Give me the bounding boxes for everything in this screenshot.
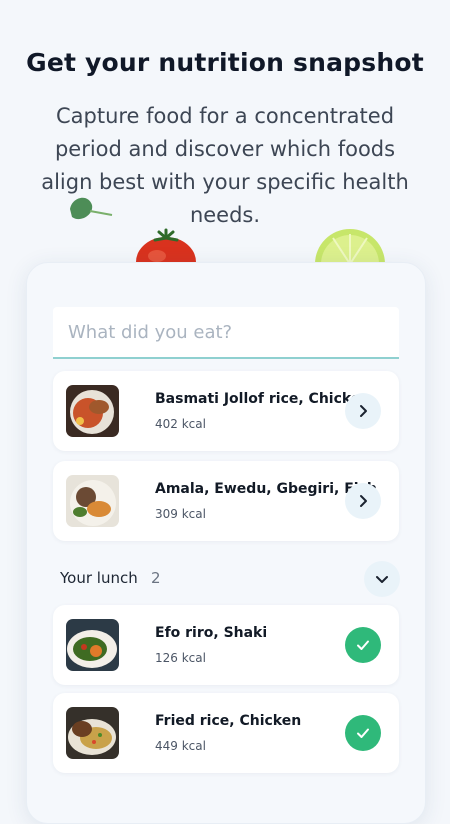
food-item-name: Amala, Ewedu, Gbegiri, Fish	[155, 481, 377, 497]
food-item-kcal: 126 kcal	[155, 651, 206, 665]
chevron-down-icon	[376, 576, 388, 583]
food-log-card: Basmati Jollof rice, Chicken 402 kcal Am…	[26, 262, 426, 824]
lunch-item-fried-rice[interactable]: Fried rice, Chicken 449 kcal	[53, 693, 399, 773]
food-item-kcal: 402 kcal	[155, 417, 206, 431]
food-photo	[66, 619, 119, 671]
food-item-amala[interactable]: Amala, Ewedu, Gbegiri, Fish 309 kcal	[53, 461, 399, 541]
lime-image	[315, 229, 385, 265]
spinach-leaf-image	[70, 197, 113, 220]
open-item-button[interactable]	[345, 483, 381, 519]
lunch-item-efo-riro[interactable]: Efo riro, Shaki 126 kcal	[53, 605, 399, 685]
collapse-toggle-button[interactable]	[364, 561, 400, 597]
food-item-name: Efo riro, Shaki	[155, 625, 268, 641]
open-item-button[interactable]	[345, 393, 381, 429]
food-item-name: Basmati Jollof rice, Chicken	[155, 391, 371, 407]
food-photo	[66, 475, 119, 527]
page-title: Get your nutrition snapshot	[26, 48, 424, 77]
food-search-field[interactable]	[53, 307, 399, 359]
section-title: Your lunch	[60, 569, 138, 587]
food-item-jollof[interactable]: Basmati Jollof rice, Chicken 402 kcal	[53, 371, 399, 451]
food-item-kcal: 449 kcal	[155, 739, 206, 753]
chevron-right-icon	[360, 495, 367, 507]
food-item-kcal: 309 kcal	[155, 507, 206, 521]
food-item-name: Fried rice, Chicken	[155, 713, 302, 729]
section-count: 2	[151, 569, 161, 587]
food-photo	[66, 385, 119, 437]
check-icon	[357, 640, 369, 650]
logged-check-button[interactable]	[345, 715, 381, 751]
chevron-right-icon	[360, 405, 367, 417]
food-photo	[66, 707, 119, 759]
check-icon	[357, 728, 369, 738]
logged-check-button[interactable]	[345, 627, 381, 663]
food-search-input[interactable]	[66, 307, 390, 357]
lunch-section-header[interactable]: Your lunch 2	[60, 559, 400, 599]
